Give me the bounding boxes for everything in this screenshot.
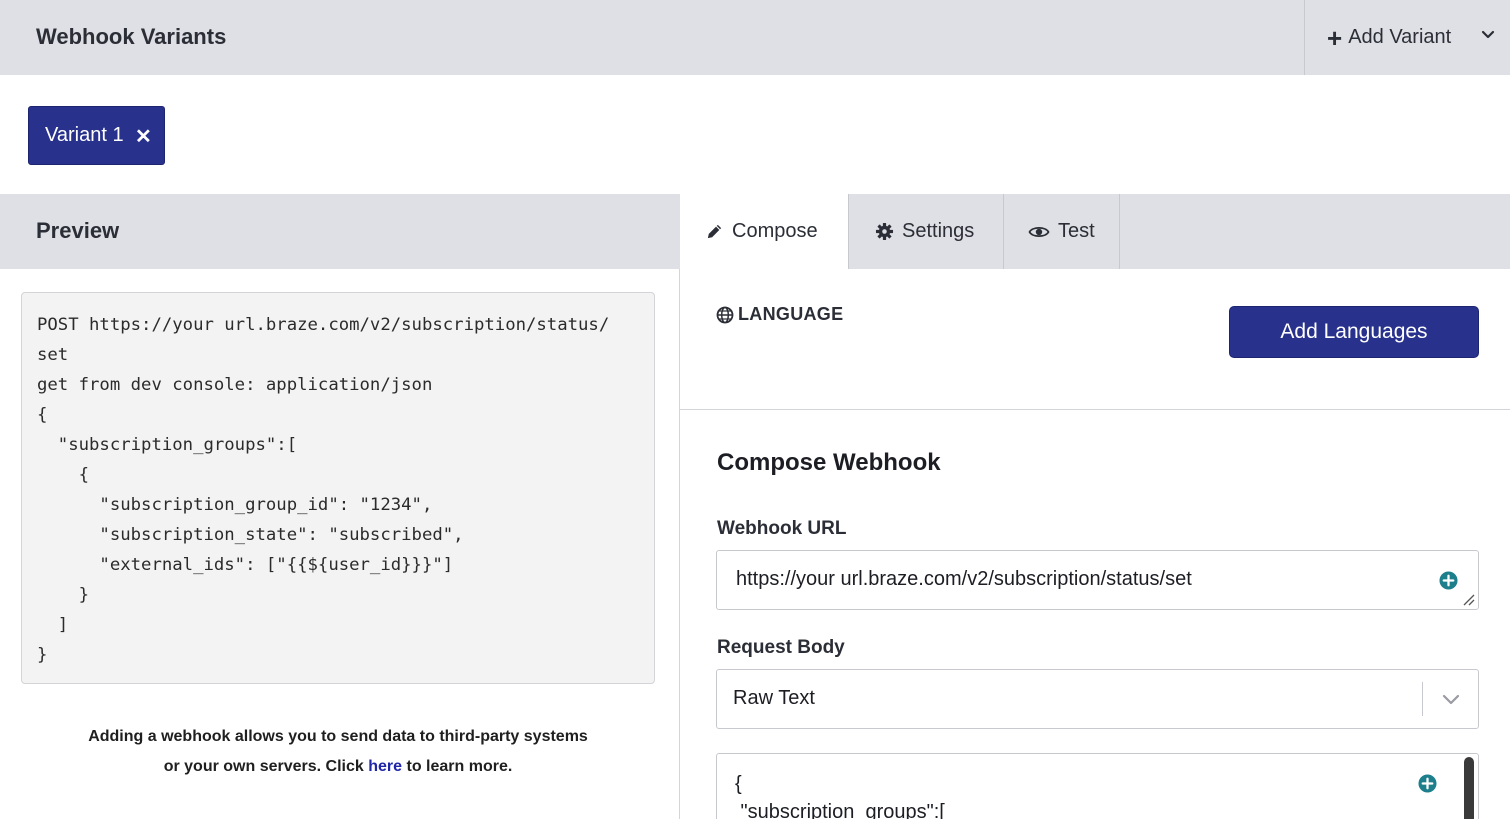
request-body-selected: Raw Text (733, 687, 815, 709)
section-divider (680, 409, 1510, 410)
close-icon[interactable]: ✕ (135, 124, 152, 149)
learn-more-link[interactable]: here (368, 758, 402, 775)
preview-code-box: POST https://your url.braze.com/v2/subsc… (21, 292, 655, 684)
helper-text: Adding a webhook allows you to send data… (21, 722, 655, 782)
tab-test-label: Test (1058, 220, 1095, 242)
eye-icon (1028, 226, 1050, 237)
page-title: Webhook Variants (36, 24, 227, 49)
webhook-url-value: https://your url.braze.com/v2/subscripti… (736, 568, 1192, 590)
variant-tab-label: Variant 1 (45, 124, 124, 146)
panel-divider (679, 269, 680, 819)
request-body-select[interactable]: Raw Text (716, 669, 1479, 729)
resize-handle-icon[interactable] (1461, 592, 1475, 606)
gear-icon (875, 222, 894, 241)
pencil-icon (707, 224, 722, 239)
add-variant-label: Add Variant (1348, 26, 1452, 48)
raw-body-text: { "subscription_groups":[ (735, 773, 945, 819)
preview-title: Preview (36, 218, 120, 243)
request-body-label: Request Body (717, 637, 845, 658)
add-languages-button[interactable]: Add Languages (1229, 306, 1479, 358)
add-liquid-icon[interactable] (1439, 571, 1458, 590)
tab-compose[interactable]: Compose (680, 194, 848, 269)
webhook-url-input[interactable]: https://your url.braze.com/v2/subscripti… (716, 550, 1479, 610)
helper-line-2: or your own servers. Click here to learn… (21, 752, 655, 782)
globe-icon (716, 306, 734, 323)
add-variant-button[interactable]: + Add Variant (1305, 0, 1510, 75)
webhook-url-label: Webhook URL (717, 518, 847, 539)
editor-scrollbar[interactable] (1464, 757, 1474, 819)
plus-icon: + (1327, 22, 1343, 53)
language-label-text: LANGUAGE (738, 304, 844, 324)
variant-tab-1[interactable]: Variant 1 ✕ (28, 106, 165, 165)
top-bar: Webhook Variants + Add Variant (0, 0, 1510, 75)
compose-webhook-title: Compose Webhook (717, 449, 941, 476)
preview-header: Preview (0, 194, 680, 269)
raw-body-editor[interactable]: { "subscription_groups":[ (716, 753, 1479, 819)
add-liquid-icon[interactable] (1418, 774, 1437, 793)
tab-compose-label: Compose (732, 220, 818, 242)
tab-settings-label: Settings (902, 220, 975, 242)
select-separator (1422, 682, 1423, 716)
chevron-down-icon[interactable] (1481, 28, 1495, 42)
tab-test[interactable]: Test (1003, 194, 1120, 269)
language-label: LANGUAGE (716, 304, 843, 325)
preview-code: POST https://your url.braze.com/v2/subsc… (37, 315, 610, 665)
chevron-down-icon[interactable] (1441, 692, 1461, 706)
helper-line-2-text: or your own servers. Click (163, 758, 364, 775)
helper-line-2-end: to learn more. (406, 758, 513, 775)
helper-line-1: Adding a webhook allows you to send data… (88, 728, 588, 745)
tab-settings[interactable]: Settings (848, 194, 1003, 269)
